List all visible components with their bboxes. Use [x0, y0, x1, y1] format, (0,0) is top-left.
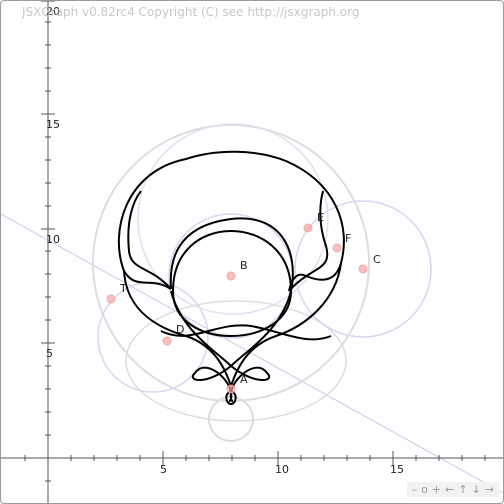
arrow-left-icon[interactable]: ← [444, 483, 455, 496]
arrow-up-icon[interactable]: ↑ [457, 483, 468, 496]
point-d[interactable] [162, 336, 172, 346]
x-tick-label-5: 5 [160, 463, 167, 476]
left-lobe [127, 190, 172, 290]
label-e: E [317, 211, 324, 224]
label-d: D [176, 323, 184, 336]
arrow-down-icon[interactable]: ↓ [471, 483, 482, 496]
label-b: B [240, 259, 248, 272]
points-layer[interactable] [106, 223, 368, 394]
reset-icon[interactable]: o [420, 483, 429, 496]
point-t[interactable] [106, 294, 116, 304]
wave-d [160, 324, 332, 341]
ring-b [171, 229, 293, 338]
y-tick-label-15: 15 [46, 118, 60, 131]
x-tick-label-15: 15 [390, 463, 404, 476]
copyright-notice: JSXGraph v0.82rc4 Copyright (C) see http… [22, 5, 360, 19]
y-tick-label-5: 5 [46, 347, 53, 360]
board-canvas[interactable]: 5 10 15 5 10 15 20 A B C D E F T [1, 1, 503, 503]
x-tick-label-10: 10 [275, 463, 289, 476]
minus-icon[interactable]: – [411, 483, 419, 496]
point-c[interactable] [358, 264, 368, 274]
label-a: A [240, 373, 248, 386]
tangent-line [1, 213, 503, 494]
arrow-right-icon[interactable]: → [484, 483, 495, 496]
label-t: T [119, 282, 127, 295]
point-f[interactable] [332, 243, 342, 253]
point-e[interactable] [303, 223, 313, 233]
point-a[interactable] [226, 384, 236, 394]
navigation-bar: – o + ← ↑ ↓ → [406, 482, 499, 497]
label-c: C [373, 253, 381, 266]
label-f: F [345, 232, 351, 245]
point-b[interactable] [226, 271, 236, 281]
plus-icon[interactable]: + [431, 483, 442, 496]
y-tick-label-10: 10 [46, 233, 60, 246]
jsxgraph-board[interactable]: 5 10 15 5 10 15 20 A B C D E F T JSXGrap… [0, 0, 504, 504]
x-axis-ticks [24, 451, 486, 465]
